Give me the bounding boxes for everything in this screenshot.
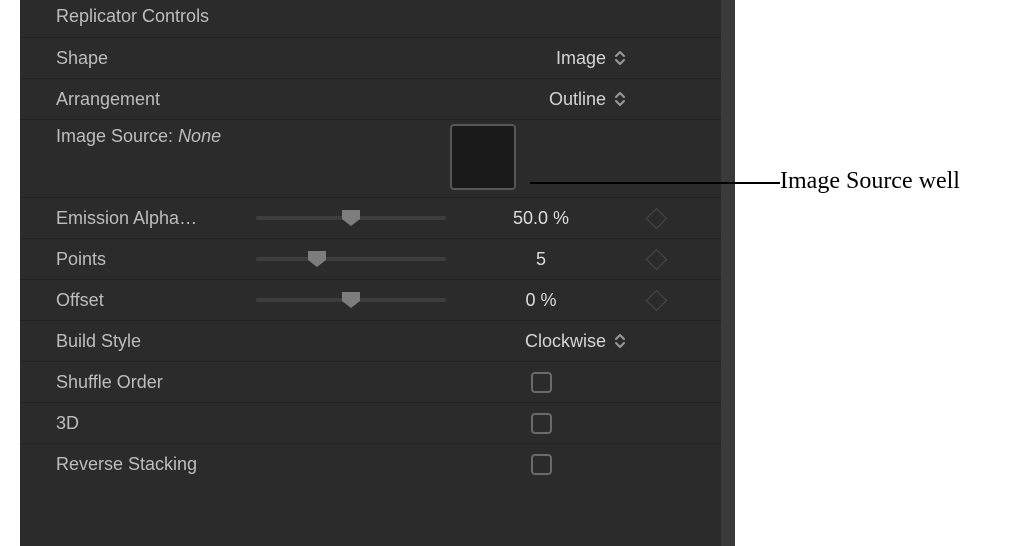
label-emission-alpha: Emission Alpha… — [56, 208, 256, 229]
keyframe-diamond-icon — [645, 207, 666, 228]
row-image-source: Image Source: None — [20, 119, 735, 197]
section-title: Replicator Controls — [20, 0, 735, 37]
slider-thumb[interactable] — [342, 292, 360, 308]
label-build-style: Build Style — [56, 331, 256, 352]
popup-build-style[interactable]: Clockwise — [456, 331, 626, 352]
popup-arrangement-value: Outline — [549, 89, 606, 110]
row-points: Points 5 — [20, 238, 735, 279]
row-shuffle-order: Shuffle Order — [20, 361, 735, 402]
label-3d: 3D — [56, 413, 256, 434]
updown-icon — [614, 49, 626, 67]
scrollbar[interactable] — [721, 0, 735, 546]
popup-arrangement[interactable]: Outline — [456, 89, 626, 110]
keyframe-points[interactable] — [626, 252, 686, 267]
callout-line — [530, 182, 780, 184]
updown-icon — [614, 332, 626, 350]
keyframe-offset[interactable] — [626, 293, 686, 308]
slider-thumb[interactable] — [308, 251, 326, 267]
row-reverse-stacking: Reverse Stacking — [20, 443, 735, 484]
label-shape: Shape — [56, 48, 256, 69]
slider-points[interactable] — [256, 249, 446, 269]
keyframe-diamond-icon — [645, 248, 666, 269]
label-image-source: Image Source: — [56, 126, 178, 146]
popup-shape-value: Image — [556, 48, 606, 69]
updown-icon — [614, 90, 626, 108]
row-offset: Offset 0 % — [20, 279, 735, 320]
rows-container: Shape Image Arrangement Outline — [20, 37, 735, 484]
label-points: Points — [56, 249, 256, 270]
popup-build-style-value: Clockwise — [525, 331, 606, 352]
value-emission-alpha[interactable]: 50.0 % — [513, 208, 569, 229]
slider-track — [256, 257, 446, 261]
row-emission-alpha: Emission Alpha… 50.0 % — [20, 197, 735, 238]
label-reverse-stacking: Reverse Stacking — [56, 454, 256, 475]
image-source-well[interactable] — [450, 124, 516, 190]
label-arrangement: Arrangement — [56, 89, 256, 110]
label-offset: Offset — [56, 290, 256, 311]
value-points[interactable]: 5 — [536, 249, 546, 270]
row-build-style: Build Style Clockwise — [20, 320, 735, 361]
keyframe-emission-alpha[interactable] — [626, 211, 686, 226]
slider-offset[interactable] — [256, 290, 446, 310]
slider-emission-alpha[interactable] — [256, 208, 446, 228]
value-image-source: None — [178, 126, 221, 146]
checkbox-3d[interactable] — [531, 413, 552, 434]
callout-label: Image Source well — [780, 168, 960, 195]
section-title-text: Replicator Controls — [56, 6, 209, 26]
checkbox-reverse-stacking[interactable] — [531, 454, 552, 475]
value-offset[interactable]: 0 % — [525, 290, 556, 311]
inspector-panel: Replicator Controls Shape Image Arrangem… — [20, 0, 735, 546]
checkbox-shuffle-order[interactable] — [531, 372, 552, 393]
row-3d: 3D — [20, 402, 735, 443]
popup-shape[interactable]: Image — [456, 48, 626, 69]
keyframe-diamond-icon — [645, 289, 666, 310]
slider-thumb[interactable] — [342, 210, 360, 226]
row-shape: Shape Image — [20, 37, 735, 78]
row-arrangement: Arrangement Outline — [20, 78, 735, 119]
label-shuffle-order: Shuffle Order — [56, 372, 256, 393]
